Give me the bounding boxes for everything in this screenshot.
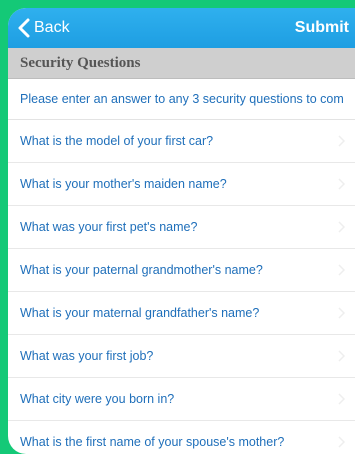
question-label: What city were you born in? (20, 392, 175, 406)
question-label: What is your maternal grandfather's name… (20, 306, 260, 320)
section-title: Security Questions (20, 55, 141, 71)
app-screen: Back Submit Security Questions Please en… (8, 8, 355, 454)
back-button[interactable]: Back (16, 8, 70, 48)
back-button-label: Back (34, 19, 70, 36)
question-label: What was your first pet's name? (20, 220, 198, 234)
chevron-right-icon (338, 393, 345, 405)
question-row[interactable]: What is your paternal grandmother's name… (8, 249, 355, 292)
navigation-bar: Back Submit (8, 8, 355, 48)
question-row[interactable]: What is the first name of your spouse's … (8, 421, 355, 454)
chevron-left-icon (18, 18, 30, 38)
question-row[interactable]: What was your first pet's name? (8, 206, 355, 249)
question-row[interactable]: What is the model of your first car? (8, 120, 355, 163)
question-label: What is the model of your first car? (20, 134, 214, 148)
chevron-right-icon (338, 264, 345, 276)
device-frame: Back Submit Security Questions Please en… (0, 0, 355, 454)
chevron-right-icon (338, 178, 345, 190)
submit-button[interactable]: Submit (295, 8, 349, 48)
question-label: What was your first job? (20, 349, 154, 363)
instruction-text: Please enter an answer to any 3 security… (20, 92, 344, 106)
chevron-right-icon (338, 350, 345, 362)
question-label: What is your paternal grandmother's name… (20, 263, 263, 277)
question-label: What is the first name of your spouse's … (20, 435, 285, 449)
chevron-right-icon (338, 436, 345, 448)
chevron-right-icon (338, 307, 345, 319)
chevron-right-icon (338, 221, 345, 233)
question-row[interactable]: What is your maternal grandfather's name… (8, 292, 355, 335)
question-row[interactable]: What city were you born in? (8, 378, 355, 421)
section-header: Security Questions (8, 48, 355, 79)
instruction-row: Please enter an answer to any 3 security… (8, 79, 355, 120)
question-row[interactable]: What was your first job? (8, 335, 355, 378)
security-question-list: What is the model of your first car? Wha… (8, 120, 355, 454)
question-row[interactable]: What is your mother's maiden name? (8, 163, 355, 206)
question-label: What is your mother's maiden name? (20, 177, 227, 191)
chevron-right-icon (338, 135, 345, 147)
